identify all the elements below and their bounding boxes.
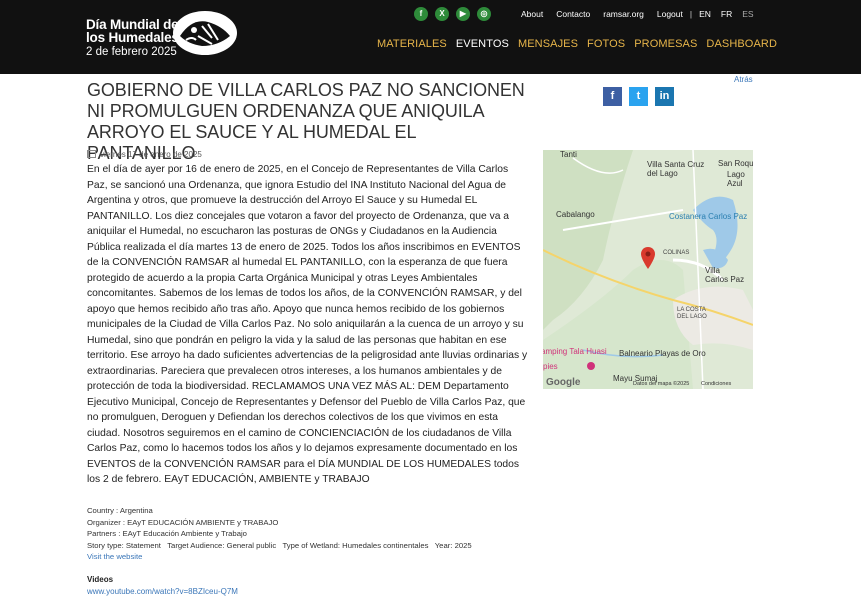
map-terms-link[interactable]: Condiciones (701, 381, 731, 387)
map-label-la-costa: LA COSTA DEL LAGO (677, 307, 707, 320)
lang-fr[interactable]: FR (721, 9, 732, 19)
article-body: En el día de ayer por 16 de enero de 202… (87, 164, 528, 485)
map-label-colinas: COLINAS (663, 250, 690, 256)
visit-website-link[interactable]: Visit the website (87, 552, 142, 561)
map-pin-icon[interactable] (641, 247, 655, 269)
top-links: About Contacto ramsar.org Logout | EN FR… (521, 9, 764, 19)
social-links: f X ▶ ◎ (414, 7, 491, 21)
nav-dashboard[interactable]: DASHBOARD (706, 38, 777, 50)
site-logo-text[interactable]: Día Mundial de los Humedales 2 de febrer… (86, 18, 179, 60)
story-type: Story type: Statement (87, 540, 161, 550)
map-label-san-roque: San Roque (718, 159, 753, 168)
contacto-link[interactable]: Contacto (556, 9, 590, 19)
event-metadata: Country : Argentina Organizer : EAyT EDU… (87, 505, 472, 563)
separator: | (689, 9, 693, 19)
post-date-text: viernes 17 de enero de 2025 (100, 150, 202, 159)
country: Country : Argentina (87, 506, 153, 515)
nav-mensajes[interactable]: MENSAJES (518, 38, 578, 50)
post-date: viernes 17 de enero de 2025 (87, 150, 202, 159)
wetland-logo-icon[interactable] (172, 10, 238, 56)
map-label-tanti: Tanti (560, 150, 577, 159)
story-details: Story type: Statement Target Audience: G… (87, 540, 472, 552)
main-nav: MATERIALES EVENTOS MENSAJES FOTOS PROMES… (377, 38, 777, 50)
videos-heading: Videos (87, 575, 114, 584)
map-data-credit[interactable]: Datos del mapa ©2025 (633, 381, 689, 387)
instagram-icon[interactable]: ◎ (477, 7, 491, 21)
map-label-lago-azul: Lago Azul (727, 170, 745, 188)
linkedin-share-icon[interactable]: in (655, 87, 674, 106)
map-label-villa-santa-cruz: Villa Santa Cruz del Lago (647, 160, 705, 178)
twitter-share-icon[interactable]: t (629, 87, 648, 106)
wetland-type: Type of Wetland: Humedales continentales (282, 540, 429, 550)
google-logo: Google (546, 377, 581, 388)
map-label-camping: amping Tala Huasi (543, 347, 607, 356)
logo-line-2: los Humedales (86, 30, 179, 45)
map-label-cabalango: Cabalango (556, 210, 595, 219)
nav-fotos[interactable]: FOTOS (587, 38, 625, 50)
lang-es[interactable]: ES (742, 9, 753, 19)
about-link[interactable]: About (521, 9, 543, 19)
site-header: Día Mundial de los Humedales 2 de febrer… (0, 0, 861, 74)
facebook-icon[interactable]: f (414, 7, 428, 21)
location-map[interactable]: Tanti Villa Santa Cruz del Lago San Roqu… (543, 150, 753, 389)
youtube-icon[interactable]: ▶ (456, 7, 470, 21)
nav-promesas[interactable]: PROMESAS (634, 38, 697, 50)
organizer: Organizer : EAyT EDUCACIÓN AMBIENTE y TR… (87, 517, 279, 527)
lang-en[interactable]: EN (699, 9, 711, 19)
map-label-pies: pies (543, 362, 558, 371)
logo-date: 2 de febrero 2025 (86, 46, 177, 58)
nav-materiales[interactable]: MATERIALES (377, 38, 447, 50)
map-label-villa-carlos-paz: Villa Carlos Paz (705, 266, 745, 284)
logout-link[interactable]: Logout (657, 9, 683, 19)
map-label-balneario: Balneario Playas de Oro (619, 349, 706, 358)
partners: Partners : EAyT Educación Ambiente y Tra… (87, 529, 247, 539)
map-footer: Google Datos del mapa ©2025 Condiciones (543, 377, 753, 389)
map-label-costanera: Costanera Carlos Paz (669, 212, 748, 221)
back-link[interactable]: Atrás (734, 75, 753, 84)
nav-eventos[interactable]: EVENTOS (456, 38, 509, 50)
calendar-icon (87, 150, 96, 158)
ramsar-link[interactable]: ramsar.org (603, 9, 644, 19)
facebook-share-icon[interactable]: f (603, 87, 622, 106)
x-icon[interactable]: X (435, 7, 449, 21)
share-buttons: f t in (603, 87, 674, 106)
year: Year: 2025 (434, 540, 472, 550)
video-link[interactable]: www.youtube.com/watch?v=8BZIceu-Q7M (87, 587, 238, 596)
target-audience: Target Audience: General public (167, 540, 277, 550)
